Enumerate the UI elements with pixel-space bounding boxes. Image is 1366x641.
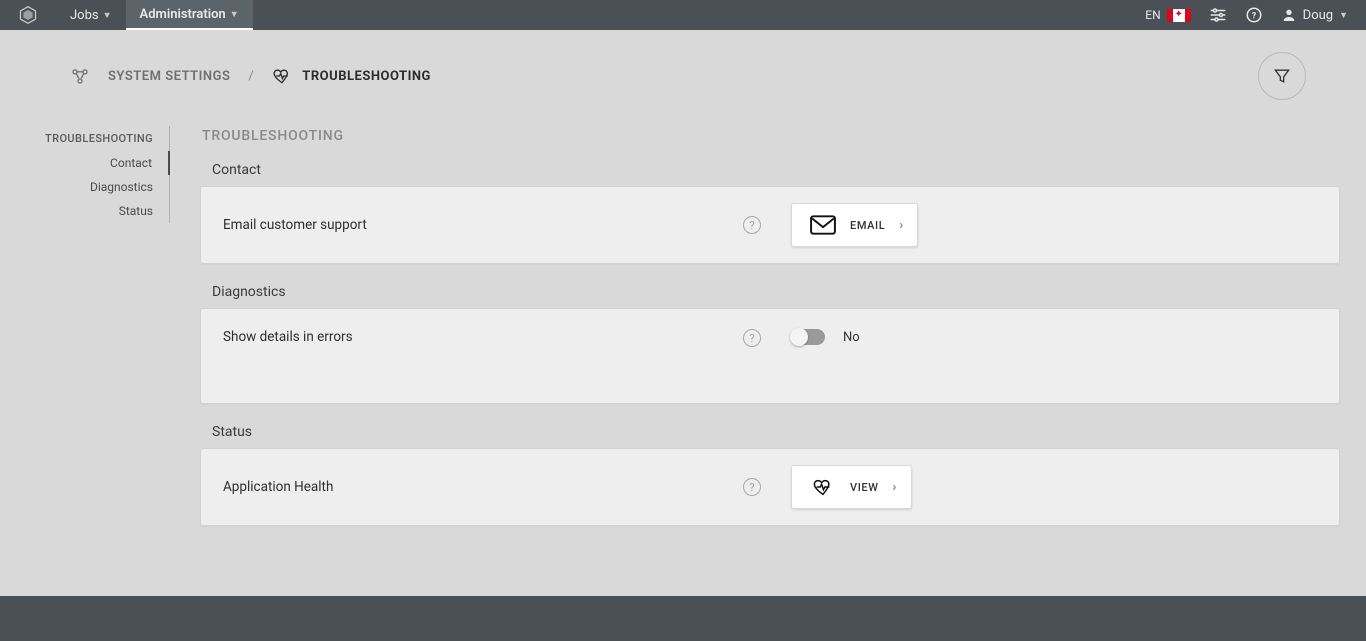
sidenav-item-status[interactable]: Status xyxy=(0,199,170,223)
email-button[interactable]: EMAIL ›› xyxy=(791,203,918,247)
heartbeat-icon xyxy=(810,476,836,498)
nav-administration[interactable]: Administration ▼ xyxy=(126,0,253,30)
sidenav-heading: TROUBLESHOOTING xyxy=(0,126,170,151)
user-menu[interactable]: Doug ▼ xyxy=(1281,7,1348,23)
svg-text:?: ? xyxy=(1251,11,1256,21)
user-name: Doug xyxy=(1303,8,1333,23)
breadcrumb: SYSTEM SETTINGS / TROUBLESHOOTING xyxy=(70,66,431,86)
side-nav: TROUBLESHOOTING Contact Diagnostics Stat… xyxy=(0,120,170,596)
toggle-knob xyxy=(790,328,808,346)
help-tooltip-icon[interactable]: ? xyxy=(743,216,761,234)
settings-nodes-icon xyxy=(70,66,90,86)
chevron-down-icon: ▼ xyxy=(103,10,112,21)
breadcrumb-row: SYSTEM SETTINGS / TROUBLESHOOTING xyxy=(0,30,1366,130)
chevron-down-icon: ▼ xyxy=(1339,10,1348,21)
nav-jobs-label: Jobs xyxy=(70,8,99,23)
header-left: Jobs ▼ Administration ▼ xyxy=(0,0,253,30)
breadcrumb-current: TROUBLESHOOTING xyxy=(272,66,431,86)
breadcrumb-root[interactable]: SYSTEM SETTINGS xyxy=(108,69,230,84)
settings-sliders-icon[interactable] xyxy=(1209,6,1227,24)
section-label-status: Status xyxy=(212,424,1340,440)
toggle-state-label: No xyxy=(843,330,860,345)
content-wrap: TROUBLESHOOTING Contact Diagnostics Stat… xyxy=(0,120,1366,596)
email-button-label: EMAIL xyxy=(850,219,885,232)
sidenav-item-diagnostics[interactable]: Diagnostics xyxy=(0,175,170,199)
mail-icon xyxy=(810,214,836,236)
section-label-diagnostics: Diagnostics xyxy=(212,284,1340,300)
footer-bar xyxy=(0,596,1366,641)
status-row-label: Application Health xyxy=(223,479,743,495)
panel-title: TROUBLESHOOTING xyxy=(202,128,1340,144)
app-logo[interactable] xyxy=(0,0,56,30)
main-area: SYSTEM SETTINGS / TROUBLESHOOTING TROUBL… xyxy=(0,30,1366,596)
filter-button[interactable] xyxy=(1258,52,1306,100)
help-tooltip-icon[interactable]: ? xyxy=(743,329,761,347)
section-label-contact: Contact xyxy=(212,162,1340,178)
heartbeat-icon xyxy=(272,66,292,86)
diagnostics-row-label: Show details in errors xyxy=(223,329,743,345)
toggle-group: No xyxy=(791,329,860,345)
card-contact: Email customer support ? EMAIL ›› xyxy=(200,186,1340,264)
breadcrumb-separator: / xyxy=(248,69,254,84)
chevron-down-icon: ▼ xyxy=(230,9,239,20)
view-button[interactable]: VIEW ›› xyxy=(791,465,912,509)
user-icon xyxy=(1281,7,1297,23)
flag-canada-icon: ✦ xyxy=(1167,9,1191,22)
contact-row-label: Email customer support xyxy=(223,217,743,233)
header-right: EN ✦ ? Doug ▼ xyxy=(1145,0,1366,30)
sidenav-item-contact[interactable]: Contact xyxy=(0,151,170,175)
show-details-toggle[interactable] xyxy=(791,329,825,345)
top-header: Jobs ▼ Administration ▼ EN ✦ ? Doug ▼ xyxy=(0,0,1366,30)
card-diagnostics: Show details in errors ? No xyxy=(200,308,1340,404)
nav-jobs[interactable]: Jobs ▼ xyxy=(56,0,126,30)
card-status: Application Health ? VIEW ›› xyxy=(200,448,1340,526)
hexagon-icon xyxy=(18,5,38,25)
language-selector[interactable]: EN ✦ xyxy=(1145,8,1190,22)
nav-administration-label: Administration xyxy=(140,7,226,22)
view-button-label: VIEW xyxy=(850,481,879,494)
language-code: EN xyxy=(1145,8,1160,22)
help-icon[interactable]: ? xyxy=(1245,6,1263,24)
filter-icon xyxy=(1272,66,1292,86)
panel-area: TROUBLESHOOTING Contact Email customer s… xyxy=(170,120,1366,596)
help-tooltip-icon[interactable]: ? xyxy=(743,478,761,496)
